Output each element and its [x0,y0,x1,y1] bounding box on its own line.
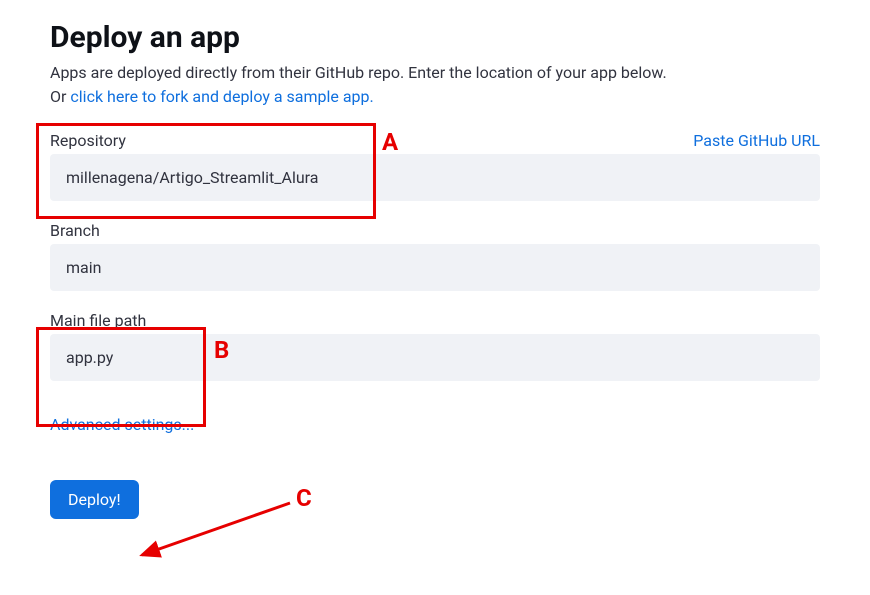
page-title: Deploy an app [50,20,820,55]
advanced-settings-link[interactable]: Advanced settings... [50,415,194,434]
main-file-label: Main file path [50,311,146,330]
subtitle-text-2: Or [50,87,70,106]
subtitle-text-1: Apps are deployed directly from their Gi… [50,63,667,82]
branch-input[interactable] [50,244,820,291]
annotation-arrow-c [130,495,300,565]
branch-label: Branch [50,221,100,240]
subtitle: Apps are deployed directly from their Gi… [50,61,820,109]
repository-label: Repository [50,131,126,150]
annotation-label-c: C [296,484,312,512]
repository-input[interactable] [50,154,820,201]
paste-github-url-link[interactable]: Paste GitHub URL [693,131,820,150]
deploy-button[interactable]: Deploy! [50,480,139,519]
main-file-input[interactable] [50,334,820,381]
fork-sample-link[interactable]: click here to fork and deploy a sample a… [70,87,373,106]
